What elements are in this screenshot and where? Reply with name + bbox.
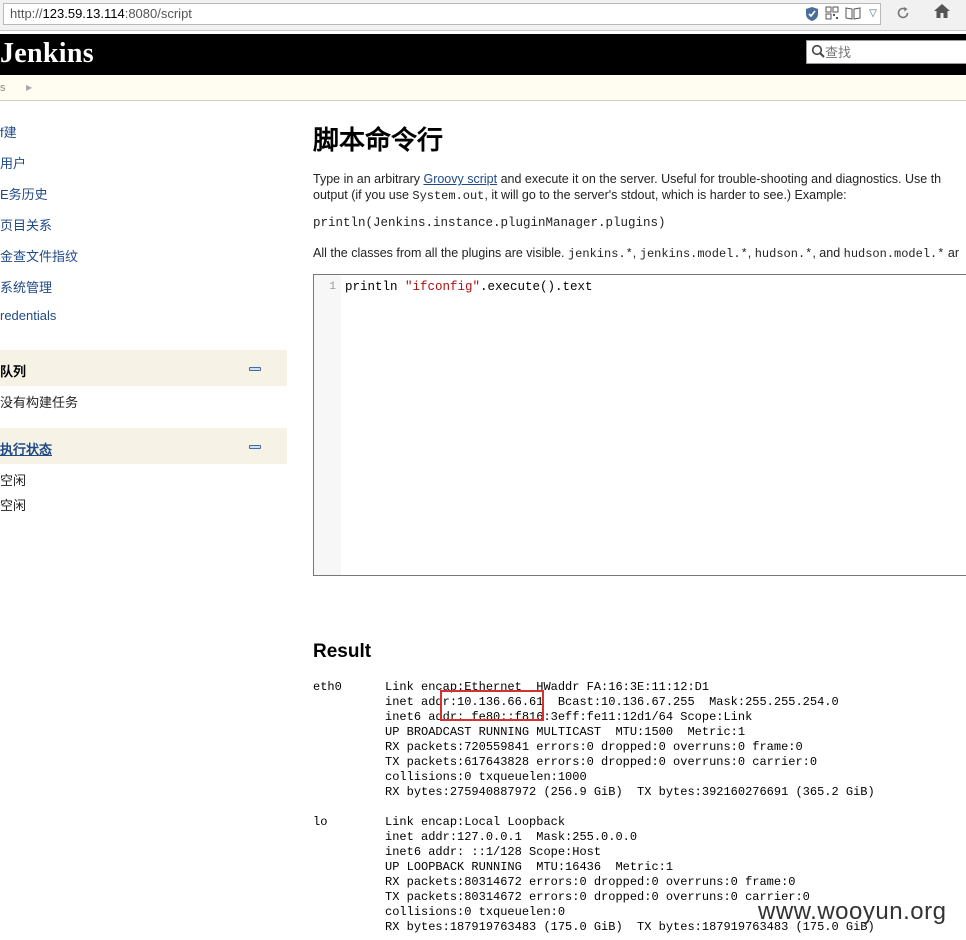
sidebar-link-build-history[interactable]: E务历史 bbox=[0, 184, 48, 203]
script-editor[interactable]: 1 println "ifconfig".execute().text bbox=[313, 274, 966, 576]
output-line: inet addr:10.136.66.61 Bcast:10.136.67.2… bbox=[313, 695, 839, 709]
groovy-script-link[interactable]: Groovy script bbox=[423, 172, 497, 186]
breadcrumb-item[interactable]: s bbox=[0, 76, 6, 100]
sidebar-link-project-relationship[interactable]: 页目关系 bbox=[0, 215, 52, 234]
output-line: lo Link encap:Local Loopback bbox=[313, 815, 566, 829]
classes-text: All the classes from all the plugins are… bbox=[313, 246, 568, 260]
browser-toolbar: http://123.59.13.114:8080/script ▽ bbox=[0, 0, 966, 31]
page-title: 脚本命令行 bbox=[313, 125, 444, 155]
url-host: 123.59.13.114 bbox=[42, 6, 125, 21]
address-bar[interactable]: http://123.59.13.114:8080/script bbox=[3, 3, 881, 25]
intro-line-2: output (if you use System.out, it will g… bbox=[313, 188, 847, 203]
classes-text: , and bbox=[812, 246, 844, 260]
search-box[interactable] bbox=[806, 40, 966, 64]
refresh-icon[interactable] bbox=[895, 6, 911, 22]
reader-icon[interactable] bbox=[845, 6, 861, 22]
home-icon[interactable] bbox=[924, 3, 960, 25]
output-line: inet6 addr: ::1/128 Scope:Host bbox=[313, 845, 602, 859]
classes-text: , bbox=[747, 246, 755, 260]
executor-status-header: 执行状态 bbox=[0, 428, 287, 464]
build-queue-title[interactable]: 队列 bbox=[0, 361, 26, 380]
classes-text: ar bbox=[944, 246, 960, 260]
intro-text: , it will go to the server's stdout, whi… bbox=[484, 188, 847, 202]
breadcrumb: s ▶ bbox=[0, 76, 966, 101]
code-string: "ifconfig" bbox=[405, 280, 481, 294]
line-number: 1 bbox=[329, 281, 336, 293]
sidebar-link-manage[interactable]: 系统管理 bbox=[0, 277, 52, 296]
intro-text: Type in an arbitrary bbox=[313, 172, 424, 186]
classes-text: , bbox=[632, 246, 640, 260]
output-line: UP BROADCAST RUNNING MULTICAST MTU:1500 … bbox=[313, 725, 746, 739]
intro-text: and execute it on the server. Useful for… bbox=[497, 172, 942, 186]
inline-code: hudson.model.* bbox=[843, 247, 945, 261]
intro-text: output (if you use bbox=[313, 188, 413, 202]
qr-code-icon[interactable] bbox=[824, 6, 840, 22]
sidebar-link-credentials[interactable]: redentials bbox=[0, 308, 56, 323]
jenkins-header: Jenkins bbox=[0, 34, 966, 75]
executor-status-title[interactable]: 执行状态 bbox=[0, 439, 52, 458]
search-input[interactable] bbox=[825, 42, 961, 62]
shield-icon[interactable] bbox=[804, 6, 820, 22]
output-line: RX packets:80314672 errors:0 dropped:0 o… bbox=[313, 875, 796, 889]
intro-line-1: Type in an arbitrary Groovy script and e… bbox=[313, 172, 941, 186]
url-path: :8080/script bbox=[124, 6, 192, 21]
inline-code: System.out bbox=[412, 189, 485, 203]
output-line: RX bytes:275940887972 (256.9 GiB) TX byt… bbox=[313, 785, 875, 799]
inline-code: hudson.* bbox=[754, 247, 813, 261]
search-icon bbox=[811, 44, 825, 58]
sidebar-link-users[interactable]: 用户 bbox=[0, 153, 26, 172]
dropdown-arrow-icon[interactable]: ▽ bbox=[865, 6, 881, 22]
output-line: TX packets:80314672 errors:0 dropped:0 o… bbox=[313, 890, 810, 904]
output-line: inet addr:127.0.0.1 Mask:255.0.0.0 bbox=[313, 830, 638, 844]
ip-highlight-box bbox=[440, 690, 544, 721]
code-token: .execute().text bbox=[480, 280, 593, 294]
url-prefix: http:// bbox=[10, 6, 43, 21]
editor-gutter: 1 bbox=[314, 275, 341, 575]
example-code: println(Jenkins.instance.pluginManager.p… bbox=[313, 216, 666, 230]
code-token: println bbox=[345, 280, 406, 294]
jenkins-logo-title[interactable]: Jenkins bbox=[0, 36, 94, 72]
inline-code: jenkins.model.* bbox=[639, 247, 748, 261]
code-line[interactable]: println "ifconfig".execute().text bbox=[345, 280, 593, 294]
collapse-executors-icon[interactable] bbox=[249, 445, 261, 449]
output-line: collisions:0 txqueuelen:0 bbox=[313, 905, 566, 919]
build-queue-header: 队列 bbox=[0, 350, 287, 386]
collapse-queue-icon[interactable] bbox=[249, 367, 261, 371]
output-line: collisions:0 txqueuelen:1000 bbox=[313, 770, 587, 784]
build-queue-empty: 没有构建任务 bbox=[0, 395, 79, 410]
output-line: RX packets:720559841 errors:0 dropped:0 … bbox=[313, 740, 803, 754]
executor-row: 空闲 bbox=[0, 473, 27, 488]
output-line: TX packets:617643828 errors:0 dropped:0 … bbox=[313, 755, 818, 769]
sidebar-link-fingerprint[interactable]: 金查文件指纹 bbox=[0, 246, 78, 265]
watermark: www.wooyun.org bbox=[758, 898, 947, 925]
inline-code: jenkins.* bbox=[567, 247, 633, 261]
output-line: UP LOOPBACK RUNNING MTU:16436 Metric:1 bbox=[313, 860, 674, 874]
classes-line: All the classes from all the plugins are… bbox=[313, 246, 959, 261]
executor-row: 空闲 bbox=[0, 498, 27, 513]
result-title: Result bbox=[313, 641, 372, 662]
sidebar-link-new[interactable]: f建 bbox=[0, 122, 17, 141]
breadcrumb-arrow-icon[interactable]: ▶ bbox=[26, 76, 32, 100]
